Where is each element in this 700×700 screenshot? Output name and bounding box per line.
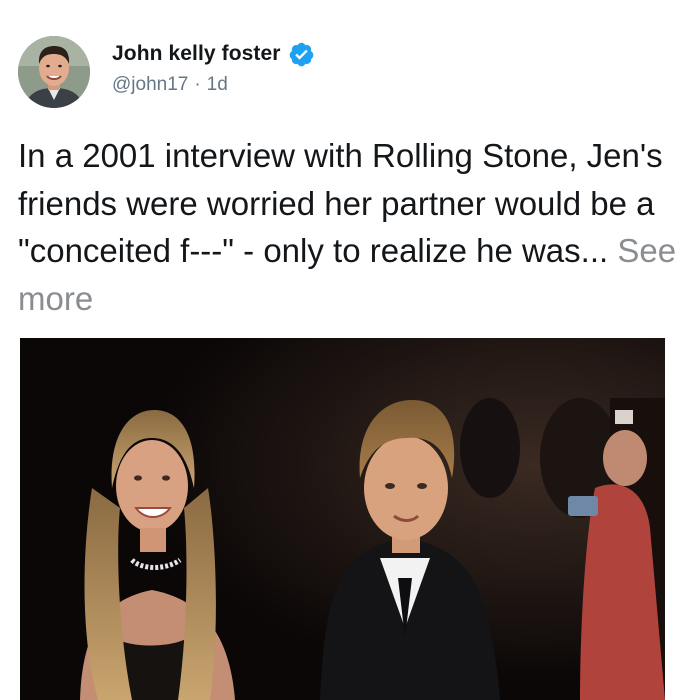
post-body: In a 2001 interview with Rolling Stone, … (18, 137, 663, 269)
name-row: John kelly foster (112, 40, 315, 68)
author-meta: @john17 · 1d (112, 74, 315, 96)
post-text: In a 2001 interview with Rolling Stone, … (18, 132, 688, 322)
author-identity: John kelly foster @john17 · 1d (112, 40, 315, 96)
meta-separator: · (194, 74, 201, 95)
post-media[interactable] (20, 338, 665, 700)
avatar-image (18, 36, 90, 108)
media-photo (20, 338, 665, 700)
author-display-name[interactable]: John kelly foster (112, 42, 281, 66)
social-post: John kelly foster @john17 · 1d In a 2001… (0, 0, 700, 700)
author-handle[interactable]: @john17 (112, 74, 188, 96)
post-timestamp[interactable]: 1d (207, 74, 228, 96)
post-header: John kelly foster @john17 · 1d (18, 36, 315, 112)
avatar[interactable] (18, 36, 90, 108)
verified-badge-icon (288, 41, 315, 68)
